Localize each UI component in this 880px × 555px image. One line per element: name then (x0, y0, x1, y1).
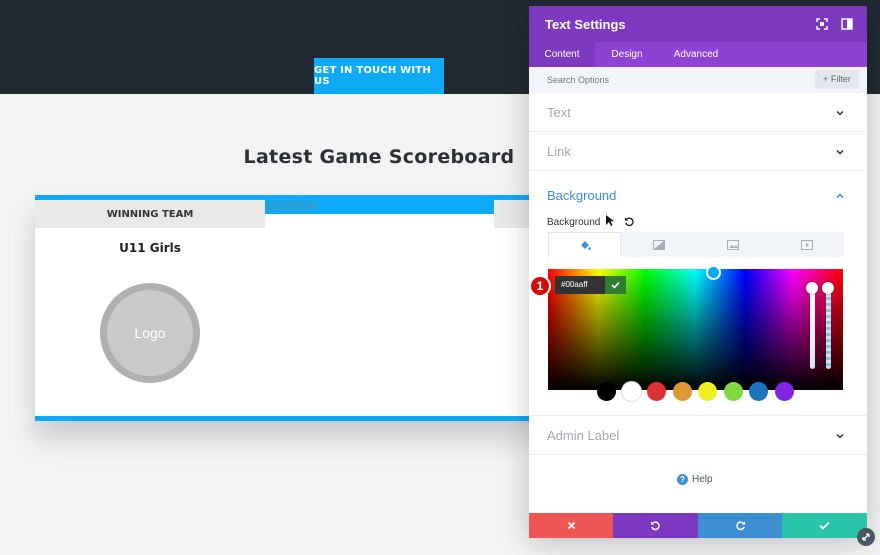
video-icon (800, 239, 813, 250)
plus-icon: + (823, 74, 829, 84)
opacity-slider-handle[interactable] (822, 282, 834, 294)
logo-label: Logo (134, 325, 166, 341)
swatch-black[interactable] (597, 382, 616, 401)
sidebar-toggle-icon[interactable] (840, 17, 854, 31)
help-icon: ? (677, 474, 688, 485)
section-link[interactable]: Link (529, 132, 867, 171)
expand-icon[interactable] (815, 17, 829, 31)
text-settings-panel: Text Settings Content Design Advanced + … (529, 6, 867, 538)
gradient-icon (652, 239, 665, 250)
middle-column (265, 214, 494, 406)
swatch-orange[interactable] (673, 382, 692, 401)
checkmark-icon (611, 281, 620, 289)
search-row: + Filter (529, 67, 867, 93)
help-link[interactable]: ? Help (677, 474, 713, 485)
swatch-white[interactable] (622, 382, 641, 401)
video-tab[interactable] (770, 232, 843, 257)
panel-footer (529, 513, 867, 538)
section-link-label: Link (547, 144, 571, 159)
mouse-cursor-icon (606, 215, 614, 226)
undo-button[interactable] (613, 513, 698, 538)
chevron-up-icon[interactable] (835, 191, 845, 201)
gradient-tab[interactable] (622, 232, 695, 257)
filter-label: Filter (830, 74, 851, 84)
section-background-label[interactable]: Background (547, 188, 616, 203)
cancel-button[interactable] (529, 513, 613, 538)
image-tab[interactable] (696, 232, 769, 257)
tab-design[interactable]: Design (599, 42, 655, 67)
image-icon (726, 239, 739, 250)
paint-bucket-icon (580, 241, 591, 250)
search-options-input[interactable] (539, 71, 789, 89)
checkmark-icon (819, 521, 830, 530)
color-picker-handle[interactable] (706, 265, 721, 280)
swatch-purple[interactable] (775, 382, 794, 401)
background-type-tabs (548, 232, 844, 257)
page-title: Latest Game Scoreboard (243, 146, 515, 168)
confirm-color-button[interactable] (605, 276, 626, 294)
chevron-down-icon (836, 433, 844, 439)
undo-icon (650, 521, 660, 531)
close-icon (567, 521, 575, 530)
panel-header: Text Settings (529, 6, 867, 42)
swatch-yellow[interactable] (698, 382, 717, 401)
winning-team-header: WINNING TEAM (35, 200, 265, 228)
get-in-touch-button[interactable]: GET IN TOUCH WITH US (314, 58, 444, 94)
chevron-down-icon (836, 149, 844, 155)
panel-tabs: Content Design Advanced (529, 42, 867, 67)
section-admin-label-text: Admin Label (547, 428, 620, 443)
opacity-slider[interactable] (826, 285, 831, 369)
filter-button[interactable]: + Filter (815, 70, 859, 89)
hue-slider[interactable] (810, 285, 815, 369)
annotation-badge: 1 (529, 275, 551, 297)
section-text[interactable]: Text (529, 93, 867, 132)
date-strip: 12/10/2018 (265, 200, 494, 214)
reset-icon[interactable] (624, 216, 635, 227)
redo-button[interactable] (698, 513, 782, 538)
panel-title: Text Settings (545, 17, 626, 32)
background-field-label: Background (547, 217, 601, 228)
color-picker-canvas[interactable]: #00aaff (548, 265, 843, 390)
resize-handle[interactable] (857, 528, 875, 546)
chevron-down-icon (836, 110, 844, 116)
swatch-blue[interactable] (749, 382, 768, 401)
table-bottom-border (35, 416, 545, 421)
swatch-red[interactable] (647, 382, 666, 401)
redo-icon (735, 521, 745, 531)
resize-icon (862, 533, 870, 541)
color-tab[interactable] (548, 232, 621, 257)
team-name: U11 Girls (119, 241, 181, 255)
hue-slider-handle[interactable] (806, 282, 818, 294)
save-button[interactable] (782, 513, 867, 538)
hex-value-field[interactable]: #00aaff (555, 276, 605, 294)
help-label: Help (692, 474, 713, 485)
scoreboard-table: WINNING TEAM 12/10/2018 U11 Girls Logo (35, 195, 545, 421)
tab-advanced[interactable]: Advanced (663, 42, 729, 67)
section-admin-label[interactable]: Admin Label (529, 416, 867, 455)
section-text-label: Text (547, 105, 571, 120)
swatch-green[interactable] (724, 382, 743, 401)
tab-content[interactable]: Content (529, 42, 595, 67)
team-logo: Logo (100, 283, 200, 383)
